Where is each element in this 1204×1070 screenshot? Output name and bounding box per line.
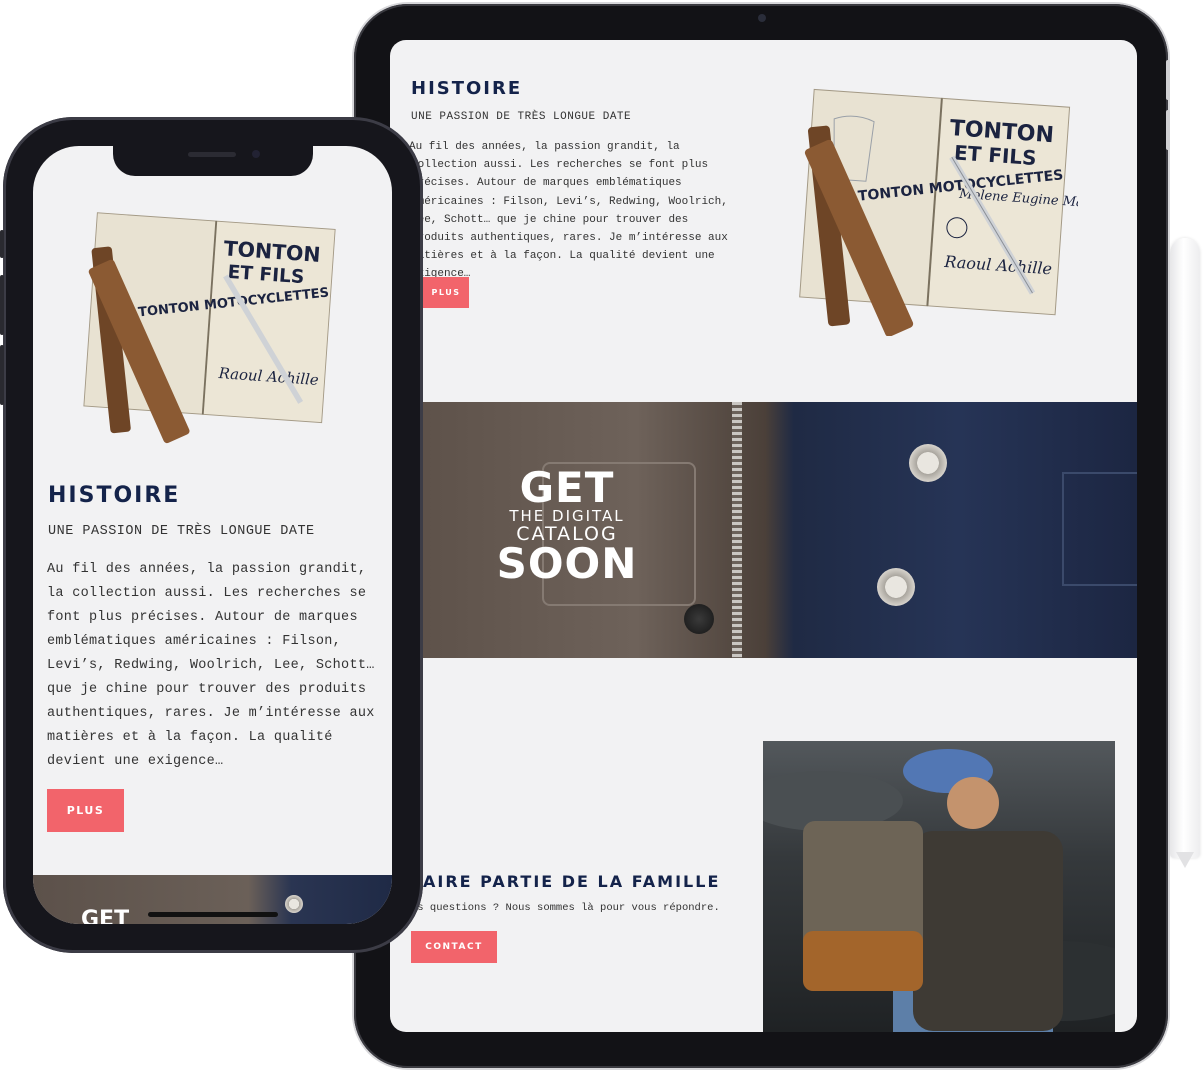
tablet-camera-icon	[758, 14, 766, 22]
phone-notch	[113, 146, 313, 176]
phone-plus-button[interactable]: PLUS	[47, 789, 124, 832]
vest-button-bottom	[877, 568, 915, 606]
famille-title: AIRE PARTIE DE LA FAMILLE	[423, 872, 721, 891]
tablet-side-button	[1166, 60, 1170, 100]
denim-pocket	[1062, 472, 1137, 586]
notebook-illustration: TONTON ET FILS TONTON MOTOCYCLETTES Mole…	[799, 88, 1078, 336]
catalog-get: GET	[519, 463, 615, 512]
catalog-soon: SOON	[496, 539, 638, 588]
catalog-the-digital: THE DIGITAL	[509, 507, 625, 525]
phone-banner-button	[285, 895, 303, 913]
tablet-volume-button	[1166, 110, 1170, 150]
phone-notebook-illustration: TONTON ET FILS TONTON MOTOCYCLETTES Raou…	[83, 212, 336, 444]
vest-button-top	[909, 444, 947, 482]
phone-mute-switch	[0, 230, 4, 258]
histoire-subtitle: UNE PASSION DE TRÈS LONGUE DATE	[411, 111, 632, 123]
backpack-photo	[763, 741, 1115, 1032]
phone-volume-up	[0, 275, 4, 335]
phone-banner-get: GET	[81, 907, 130, 924]
contact-button[interactable]: CONTACT	[411, 931, 497, 963]
tablet-screen: HISTOIRE UNE PASSION DE TRÈS LONGUE DATE…	[390, 40, 1137, 1032]
phone-histoire-title: HISTOIRE	[48, 483, 181, 508]
catalog-banner: GET THE DIGITAL CATALOG SOON	[422, 402, 1137, 658]
phone-screen: TONTON ET FILS TONTON MOTOCYCLETTES Raou…	[33, 146, 392, 924]
phone-histoire-body: Au fil des années, la passion grandit, l…	[47, 562, 375, 769]
histoire-body: Au fil des années, la passion grandit, l…	[409, 141, 728, 281]
stylus-pencil	[1170, 238, 1200, 858]
famille-subtitle: es questions ? Nous sommes là pour vous …	[411, 902, 720, 914]
phone-speaker	[188, 152, 236, 157]
stylus-tip	[1176, 852, 1194, 868]
jacket-snap	[684, 604, 714, 634]
phone-camera-icon	[252, 150, 260, 158]
plus-button[interactable]: PLUS	[423, 277, 469, 308]
home-indicator[interactable]	[148, 912, 278, 917]
phone-histoire-subtitle: UNE PASSION DE TRÈS LONGUE DATE	[48, 524, 315, 539]
catalog-logo: GET THE DIGITAL CATALOG SOON	[452, 463, 682, 588]
phone-volume-down	[0, 345, 4, 405]
histoire-title: HISTOIRE	[411, 78, 523, 99]
zipper	[732, 402, 742, 658]
